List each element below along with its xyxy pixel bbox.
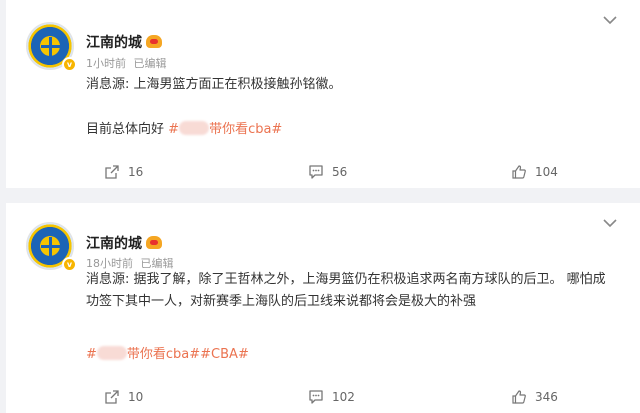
share-icon: [105, 165, 119, 179]
chevron-down-icon[interactable]: [602, 217, 618, 229]
thumb-up-icon: [512, 390, 526, 404]
comment-count: 102: [332, 390, 355, 404]
action-bar: 16 56 104: [6, 161, 640, 183]
repost-button[interactable]: 16: [104, 161, 143, 183]
redacted-blur: [179, 121, 210, 135]
post-card: v 江南的城 1小时前 已编辑 消息源: 上海男篮方面正在积极接触孙铭徽。 目前…: [6, 0, 640, 188]
like-button[interactable]: 104: [511, 161, 558, 183]
post-meta: 1小时前 已编辑: [86, 55, 167, 71]
redacted-blur: [96, 346, 127, 360]
hashtag-text: 带你看cba##CBA#: [126, 347, 249, 362]
author-name-row: 江南的城: [86, 233, 162, 253]
vip-badge-icon: [146, 236, 162, 249]
author-name[interactable]: 江南的城: [86, 236, 142, 252]
post-text: 消息源: 上海男篮方面正在积极接触孙铭徽。: [86, 77, 342, 92]
post-text-tags: 目前总体向好 # 带你看cba#: [86, 119, 614, 141]
repost-button[interactable]: 10: [104, 386, 143, 408]
thumb-up-icon: [512, 165, 526, 179]
comment-icon: [309, 390, 323, 404]
like-count: 104: [535, 165, 558, 179]
like-count: 346: [535, 390, 558, 404]
vip-badge-icon: [146, 35, 162, 48]
post-card: v 江南的城 18小时前 已编辑 消息源: 据我了解，除了王哲林之外，上海男篮仍…: [6, 203, 640, 413]
hashtag-open: #: [168, 122, 180, 137]
avatar[interactable]: v: [26, 222, 77, 272]
hashtag-open: #: [86, 347, 97, 362]
post-text-lead: 目前总体向好: [86, 122, 165, 137]
comment-count: 56: [332, 165, 348, 179]
post-text: 消息源: 据我了解，除了王哲林之外，上海男篮仍在积极追求两名南方球队的后卫。 哪…: [86, 272, 606, 309]
post-time[interactable]: 1小时前: [86, 57, 126, 70]
comment-button[interactable]: 102: [308, 386, 355, 408]
comment-button[interactable]: 56: [308, 161, 347, 183]
hashtag-text: 带你看cba#: [209, 122, 283, 137]
share-icon: [105, 390, 119, 404]
like-button[interactable]: 346: [511, 386, 558, 408]
action-bar: 10 102 346: [6, 386, 640, 408]
repost-count: 16: [128, 165, 144, 179]
repost-count: 10: [128, 390, 144, 404]
hashtag-link[interactable]: # 带你看cba##CBA#: [86, 346, 249, 362]
comment-icon: [309, 165, 323, 179]
edited-label: 已编辑: [133, 57, 167, 70]
hashtag-link[interactable]: # 带你看cba#: [168, 121, 283, 137]
avatar-emblem: [49, 237, 52, 257]
author-name-row: 江南的城: [86, 32, 162, 52]
avatar[interactable]: v: [26, 22, 77, 72]
author-name[interactable]: 江南的城: [86, 35, 142, 51]
verified-badge-icon: v: [62, 257, 77, 272]
chevron-down-icon[interactable]: [602, 14, 618, 26]
avatar-emblem: [49, 37, 52, 57]
post-text-tags: # 带你看cba##CBA#: [86, 344, 614, 366]
verified-badge-icon: v: [62, 57, 77, 72]
